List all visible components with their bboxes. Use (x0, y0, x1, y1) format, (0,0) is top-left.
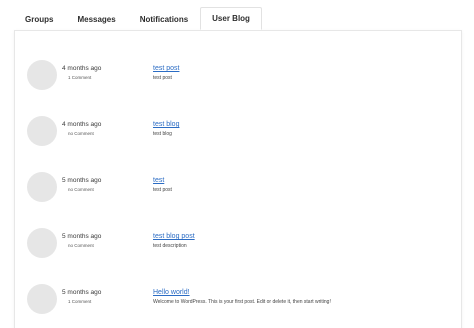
tab-messages[interactable]: Messages (65, 10, 127, 30)
comment-count[interactable]: no Comment (68, 187, 132, 192)
post-meta: 4 months ago no Comment (62, 121, 132, 136)
post-meta: 5 months ago 1 Comment (62, 289, 132, 304)
comment-count[interactable]: 1 Comment (68, 299, 132, 304)
post-description: Welcome to WordPress. This is your first… (153, 299, 331, 305)
post-title-link[interactable]: test (153, 177, 453, 184)
post-title-link[interactable]: test blog (153, 121, 453, 128)
avatar (27, 284, 57, 314)
user-blog-panel: 4 months ago 1 Comment test post test po… (14, 30, 462, 328)
blog-post-item: 5 months ago 1 Comment Hello world! Welc… (15, 284, 461, 324)
post-title-link[interactable]: Hello world! (153, 289, 453, 296)
post-content: test post test post (153, 65, 453, 81)
post-time: 4 months ago (62, 121, 102, 128)
post-time: 5 months ago (62, 289, 102, 296)
tab-groups[interactable]: Groups (13, 10, 65, 30)
post-time: 5 months ago (62, 233, 102, 240)
comment-count[interactable]: no Comment (68, 131, 132, 136)
post-description: test description (153, 243, 187, 249)
post-meta: 5 months ago no Comment (62, 233, 132, 248)
post-time: 4 months ago (62, 65, 102, 72)
blog-post-item: 5 months ago no Comment test blog post t… (15, 228, 461, 268)
post-meta: 4 months ago 1 Comment (62, 65, 132, 80)
blog-post-item: 5 months ago no Comment test test post (15, 172, 461, 212)
profile-tabs: Groups Messages Notifications User Blog (13, 7, 262, 30)
tab-user-blog[interactable]: User Blog (200, 7, 262, 30)
post-description: test post (153, 75, 172, 81)
comment-count[interactable]: no Comment (68, 243, 132, 248)
blog-post-item: 4 months ago 1 Comment test post test po… (15, 60, 461, 100)
post-title-link[interactable]: test post (153, 65, 453, 72)
avatar (27, 228, 57, 258)
post-content: test test post (153, 177, 453, 193)
post-description: test post (153, 187, 172, 193)
avatar (27, 172, 57, 202)
comment-count[interactable]: 1 Comment (68, 75, 132, 80)
post-description: test blog (153, 131, 172, 137)
post-content: test blog test blog (153, 121, 453, 137)
post-title-link[interactable]: test blog post (153, 233, 453, 240)
avatar (27, 60, 57, 90)
tab-notifications[interactable]: Notifications (128, 10, 200, 30)
post-time: 5 months ago (62, 177, 102, 184)
post-content: Hello world! Welcome to WordPress. This … (153, 289, 453, 305)
avatar (27, 116, 57, 146)
user-profile-page: Groups Messages Notifications User Blog … (0, 0, 474, 328)
post-content: test blog post test description (153, 233, 453, 249)
blog-post-item: 4 months ago no Comment test blog test b… (15, 116, 461, 156)
post-meta: 5 months ago no Comment (62, 177, 132, 192)
